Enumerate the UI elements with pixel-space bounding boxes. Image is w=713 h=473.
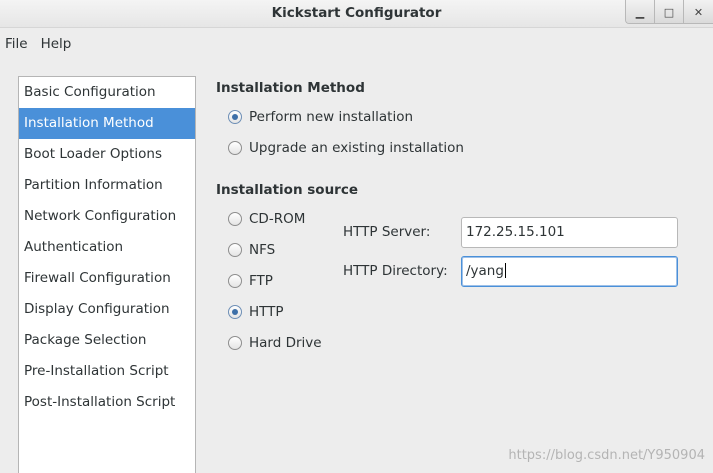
http-server-value: 172.25.15.101 <box>466 224 565 240</box>
sidebar-item-installation-method[interactable]: Installation Method <box>19 108 195 139</box>
installation-source-heading: Installation source <box>216 182 359 198</box>
http-directory-value: /yang <box>466 263 504 279</box>
sidebar-item-firewall-configuration[interactable]: Firewall Configuration <box>19 263 195 294</box>
maximize-icon[interactable]: □ <box>655 0 684 23</box>
sidebar-item-network-configuration[interactable]: Network Configuration <box>19 201 195 232</box>
sidebar-item-authentication[interactable]: Authentication <box>19 232 195 263</box>
minimize-icon[interactable]: ▁ <box>626 0 655 23</box>
radio-nfs[interactable]: NFS <box>228 240 275 260</box>
radio-label: Hard Drive <box>249 335 322 351</box>
title-bar: Kickstart Configurator ▁ □ ✕ <box>0 0 713 28</box>
window-title: Kickstart Configurator <box>271 5 442 21</box>
sidebar-item-package-selection[interactable]: Package Selection <box>19 325 195 356</box>
menu-help[interactable]: Help <box>36 36 80 52</box>
sidebar-item-partition-information[interactable]: Partition Information <box>19 170 195 201</box>
menu-file[interactable]: File <box>0 36 36 52</box>
radio-checked-icon[interactable] <box>228 110 242 124</box>
sidebar-item-basic-configuration[interactable]: Basic Configuration <box>19 77 195 108</box>
radio-unchecked-icon[interactable] <box>228 274 242 288</box>
http-server-input[interactable]: 172.25.15.101 <box>461 217 678 248</box>
radio-upgrade-existing-installation[interactable]: Upgrade an existing installation <box>228 138 464 158</box>
radio-label: Perform new installation <box>249 109 414 125</box>
sidebar-item-display-configuration[interactable]: Display Configuration <box>19 294 195 325</box>
text-caret <box>504 263 506 278</box>
window-controls: ▁ □ ✕ <box>625 0 713 24</box>
close-icon[interactable]: ✕ <box>684 0 713 23</box>
radio-http[interactable]: HTTP <box>228 302 284 322</box>
http-server-label: HTTP Server: <box>343 224 431 240</box>
radio-hard-drive[interactable]: Hard Drive <box>228 333 322 353</box>
watermark: https://blog.csdn.net/Y950904 <box>508 448 705 463</box>
radio-unchecked-icon[interactable] <box>228 243 242 257</box>
radio-label: HTTP <box>249 304 284 320</box>
http-directory-input[interactable]: /yang <box>461 256 678 287</box>
radio-ftp[interactable]: FTP <box>228 271 273 291</box>
radio-unchecked-icon[interactable] <box>228 141 242 155</box>
radio-unchecked-icon[interactable] <box>228 336 242 350</box>
menu-bar: File Help <box>0 30 79 58</box>
installation-method-heading: Installation Method <box>216 80 365 96</box>
radio-unchecked-icon[interactable] <box>228 212 242 226</box>
radio-perform-new-installation[interactable]: Perform new installation <box>228 107 413 127</box>
http-directory-label: HTTP Directory: <box>343 263 448 279</box>
sidebar: Basic Configuration Installation Method … <box>18 76 196 473</box>
sidebar-item-post-installation-script[interactable]: Post-Installation Script <box>19 387 195 418</box>
sidebar-item-pre-installation-script[interactable]: Pre-Installation Script <box>19 356 195 387</box>
radio-label: NFS <box>249 242 276 258</box>
radio-checked-icon[interactable] <box>228 305 242 319</box>
radio-label: FTP <box>249 273 273 289</box>
radio-label: CD-ROM <box>249 211 306 227</box>
radio-label: Upgrade an existing installation <box>249 140 464 156</box>
radio-cd-rom[interactable]: CD-ROM <box>228 209 305 229</box>
sidebar-item-boot-loader-options[interactable]: Boot Loader Options <box>19 139 195 170</box>
